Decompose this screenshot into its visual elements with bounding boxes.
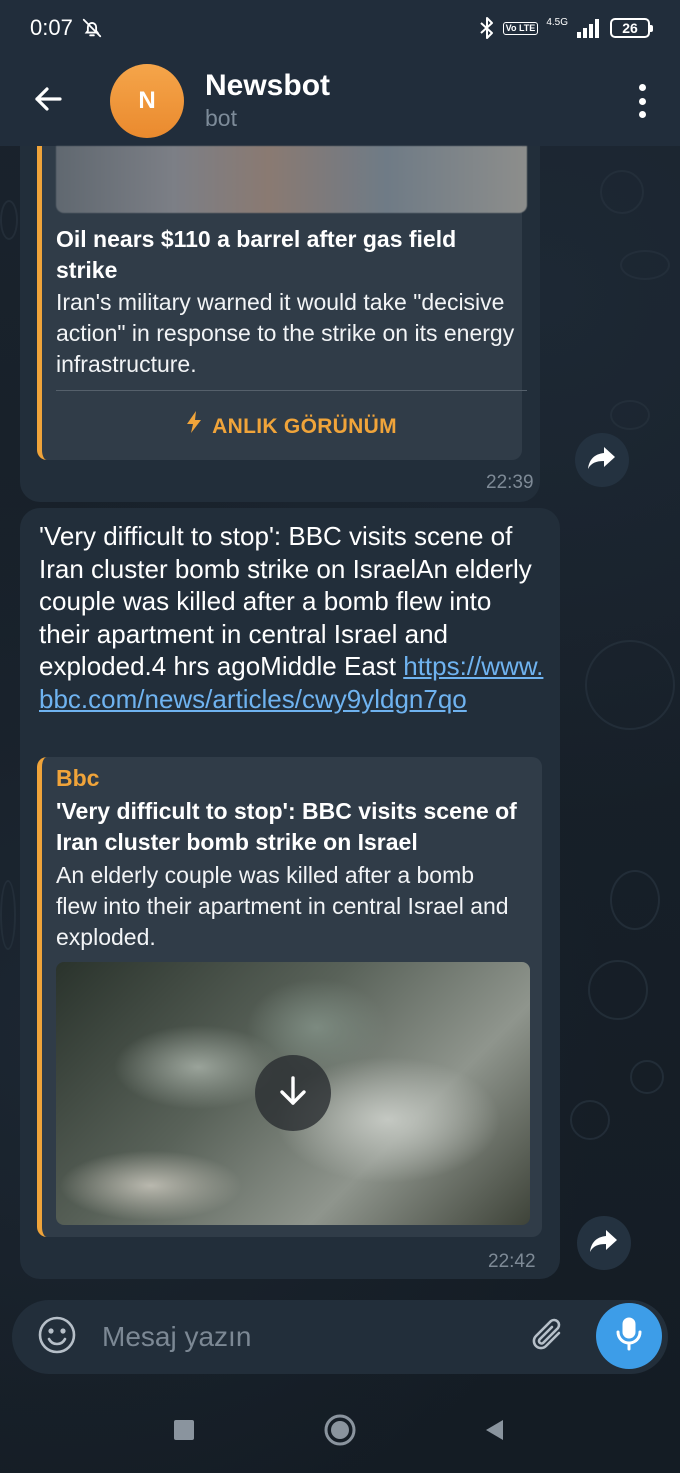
instant-view-button[interactable]: ANLIK GÖRÜNÜM <box>56 411 527 439</box>
divider <box>56 390 527 391</box>
home-button[interactable] <box>320 1412 360 1452</box>
preview-description: An elderly couple was killed after a bom… <box>56 862 509 950</box>
emoji-icon <box>37 1315 77 1360</box>
preview-image[interactable] <box>56 146 527 213</box>
preview-site-name: Bbc <box>56 765 100 791</box>
message-time: 22:39 <box>486 472 534 493</box>
circle-icon <box>324 1414 356 1451</box>
arrow-left-icon <box>32 83 64 120</box>
download-button[interactable] <box>255 1055 331 1131</box>
back-button[interactable] <box>0 56 96 146</box>
bell-muted-icon <box>81 17 103 39</box>
link-preview-card[interactable]: Bbc 'Very difficult to stop': BBC visits… <box>37 757 542 1237</box>
lightning-icon <box>186 411 202 439</box>
status-bar: 0:07 Vo LTE 4.5G 26 <box>0 0 680 56</box>
square-icon <box>173 1419 195 1446</box>
battery-icon: 26 <box>610 18 653 38</box>
share-arrow-icon <box>589 1228 619 1259</box>
share-button[interactable] <box>575 433 629 487</box>
paperclip-icon <box>529 1316 567 1359</box>
emoji-button[interactable] <box>12 1300 102 1374</box>
back-nav-button[interactable] <box>474 1412 514 1452</box>
recents-button[interactable] <box>164 1412 204 1452</box>
preview-description: Iran's military warned it would take "de… <box>56 289 515 377</box>
message-text: 'Very difficult to stop': BBC visits sce… <box>39 520 544 715</box>
message-composer <box>12 1300 668 1374</box>
microphone-button[interactable] <box>596 1303 662 1369</box>
chat-subtitle: bot <box>205 105 237 131</box>
message-bubble[interactable]: Oil nears $110 a barrel after gas field … <box>20 146 540 502</box>
status-time: 0:07 <box>30 15 73 40</box>
link-preview-card[interactable]: Oil nears $110 a barrel after gas field … <box>37 146 527 460</box>
avatar[interactable]: N <box>110 64 184 138</box>
message-time: 22:42 <box>488 1251 536 1272</box>
network-type: 4.5G <box>546 17 568 28</box>
share-button[interactable] <box>577 1216 631 1270</box>
message-input[interactable] <box>102 1312 518 1362</box>
message-bubble[interactable]: 'Very difficult to stop': BBC visits sce… <box>20 508 560 1279</box>
instant-view-label: ANLIK GÖRÜNÜM <box>212 415 397 438</box>
share-arrow-icon <box>587 445 617 476</box>
triangle-back-icon <box>483 1418 505 1447</box>
chat-title-block[interactable]: Newsbot bot <box>205 69 330 133</box>
attach-button[interactable] <box>518 1300 578 1374</box>
more-vertical-icon[interactable] <box>630 84 654 118</box>
signal-icon <box>576 18 602 38</box>
download-arrow-icon <box>276 1074 310 1113</box>
preview-title: 'Very difficult to stop': BBC visits sce… <box>56 798 517 855</box>
chat-header: N Newsbot bot <box>0 56 680 146</box>
volte-badge: Vo LTE <box>502 21 539 35</box>
chat-title: Newsbot <box>205 69 331 102</box>
microphone-icon <box>615 1317 643 1356</box>
preview-title: Oil nears $110 a barrel after gas field … <box>56 226 457 283</box>
preview-media[interactable] <box>56 962 530 1225</box>
bluetooth-icon <box>479 16 495 40</box>
system-nav-bar <box>0 1392 680 1473</box>
